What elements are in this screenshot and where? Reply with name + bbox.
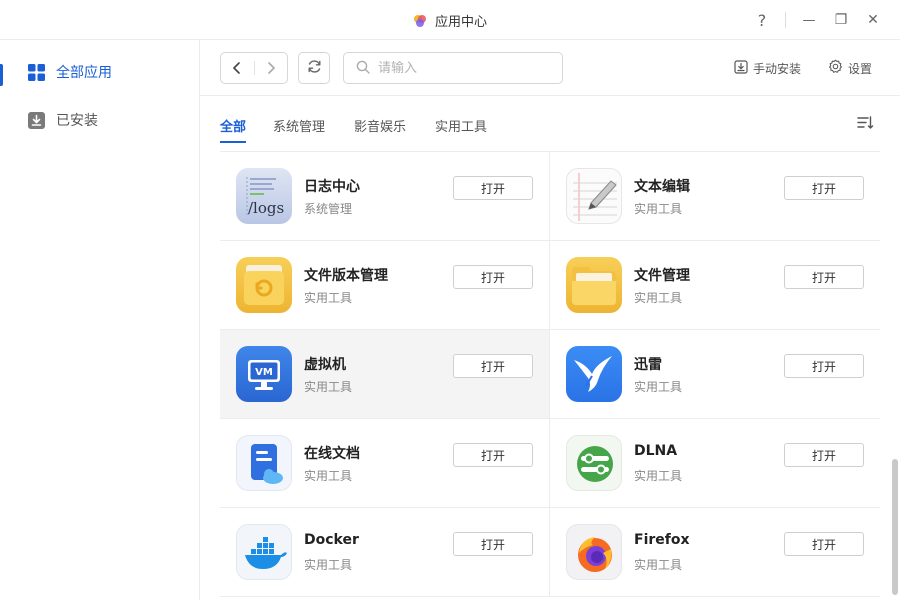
app-category: 实用工具 — [304, 558, 353, 572]
app-name: 文本编辑 — [634, 179, 690, 195]
app-name: 迅雷 — [634, 357, 662, 373]
install-icon — [734, 59, 748, 77]
close-button[interactable]: ✕ — [860, 7, 886, 33]
online-doc-icon — [236, 435, 292, 491]
open-button[interactable]: 打开 — [453, 532, 533, 556]
folder-icon — [566, 257, 622, 313]
app-name: 虚拟机 — [304, 357, 346, 373]
settings-button[interactable]: 设置 — [828, 52, 872, 84]
maximize-button[interactable]: ❐ — [828, 7, 854, 33]
settings-label: 设置 — [848, 61, 873, 76]
app-center-logo-icon — [413, 13, 427, 27]
app-category: 实用工具 — [304, 469, 353, 483]
app-card-online-doc[interactable]: 在线文档 实用工具 打开 — [220, 419, 550, 508]
tab-system-management[interactable]: 系统管理 — [273, 116, 325, 135]
app-name: Firefox — [634, 532, 690, 548]
open-button[interactable]: 打开 — [784, 443, 864, 467]
thunder-bird-icon — [566, 346, 622, 402]
app-card-file-manager[interactable]: 文件管理 实用工具 打开 — [550, 241, 880, 330]
app-card-docker[interactable]: Docker 实用工具 打开 — [220, 508, 550, 597]
dlna-icon — [566, 435, 622, 491]
chevron-left-icon — [232, 59, 242, 78]
app-category: 实用工具 — [634, 469, 683, 483]
chevron-right-icon — [266, 59, 276, 78]
open-button[interactable]: 打开 — [784, 176, 864, 200]
app-card-file-version[interactable]: 文件版本管理 实用工具 打开 — [220, 241, 550, 330]
open-button[interactable]: 打开 — [453, 176, 533, 200]
scrollbar[interactable] — [892, 151, 898, 600]
download-box-icon — [27, 111, 45, 129]
back-button[interactable] — [221, 53, 254, 83]
docker-icon — [236, 524, 292, 580]
grid-icon — [27, 63, 45, 81]
app-name: 文件版本管理 — [304, 268, 388, 284]
toolbar: 手动安装 设置 — [200, 40, 900, 96]
gear-icon — [828, 59, 843, 77]
manual-install-button[interactable]: 手动安装 — [734, 52, 801, 84]
app-card-virtual-machine[interactable]: VM 虚拟机 实用工具 打开 — [220, 330, 550, 419]
file-version-icon — [236, 257, 292, 313]
app-name: 在线文档 — [304, 446, 360, 462]
app-category: 实用工具 — [634, 380, 683, 394]
forward-button[interactable] — [255, 53, 288, 83]
logs-icon-text: /logs — [248, 199, 284, 217]
tab-media-entertainment[interactable]: 影音娱乐 — [354, 116, 406, 135]
app-category: 实用工具 — [634, 291, 683, 305]
app-card-dlna[interactable]: DLNA 实用工具 打开 — [550, 419, 880, 508]
refresh-icon — [307, 59, 322, 78]
app-category: 实用工具 — [634, 558, 683, 572]
sidebar-item-installed[interactable]: 已安装 — [0, 100, 199, 140]
app-category: 实用工具 — [304, 291, 353, 305]
app-grid: /logs 日志中心 系统管理 打开 文本编辑 实用工具 打开 文件版本管理 实… — [220, 151, 880, 600]
window-controls: ? — ❐ ✕ — [749, 0, 886, 40]
sidebar: 全部应用 已安装 — [0, 40, 200, 600]
vm-icon-text: VM — [255, 367, 273, 378]
firefox-icon — [566, 524, 622, 580]
scrollbar-thumb[interactable] — [892, 459, 898, 595]
manual-install-label: 手动安装 — [753, 61, 802, 76]
search-input[interactable] — [378, 60, 538, 76]
open-button[interactable]: 打开 — [453, 354, 533, 378]
minimize-button[interactable]: — — [796, 7, 822, 33]
open-button[interactable]: 打开 — [784, 532, 864, 556]
app-card-text-editor[interactable]: 文本编辑 实用工具 打开 — [550, 152, 880, 241]
window-controls-divider — [785, 12, 786, 28]
logs-icon: /logs — [236, 168, 292, 224]
app-name: Docker — [304, 532, 359, 548]
title-bar: 应用中心 ? — ❐ ✕ — [0, 0, 900, 40]
sort-button[interactable] — [856, 114, 876, 134]
category-tabs: 全部 系统管理 影音娱乐 实用工具 — [200, 96, 900, 151]
sidebar-item-label: 已安装 — [56, 113, 98, 129]
app-card-thunder[interactable]: 迅雷 实用工具 打开 — [550, 330, 880, 419]
sort-icon — [856, 116, 874, 136]
app-card-log-center[interactable]: /logs 日志中心 系统管理 打开 — [220, 152, 550, 241]
window-title: 应用中心 — [434, 14, 487, 30]
navigation-buttons — [220, 52, 288, 84]
open-button[interactable]: 打开 — [453, 265, 533, 289]
app-category: 系统管理 — [304, 202, 353, 216]
app-category: 实用工具 — [304, 380, 353, 394]
app-name: 文件管理 — [634, 268, 690, 284]
sidebar-item-label: 全部应用 — [56, 65, 112, 81]
app-category: 实用工具 — [634, 202, 683, 216]
open-button[interactable]: 打开 — [784, 265, 864, 289]
help-button[interactable]: ? — [749, 7, 775, 33]
sidebar-item-all-apps[interactable]: 全部应用 — [0, 52, 199, 92]
app-name: 日志中心 — [304, 179, 360, 195]
open-button[interactable]: 打开 — [784, 354, 864, 378]
tab-all[interactable]: 全部 — [220, 116, 247, 143]
open-button[interactable]: 打开 — [453, 443, 533, 467]
text-editor-icon — [566, 168, 622, 224]
vm-icon: VM — [236, 346, 292, 402]
search-box[interactable] — [343, 52, 563, 84]
tab-utilities[interactable]: 实用工具 — [435, 116, 487, 135]
refresh-button[interactable] — [298, 52, 330, 84]
app-card-firefox[interactable]: Firefox 实用工具 打开 — [550, 508, 880, 597]
search-icon — [356, 59, 370, 78]
app-name: DLNA — [634, 443, 678, 459]
